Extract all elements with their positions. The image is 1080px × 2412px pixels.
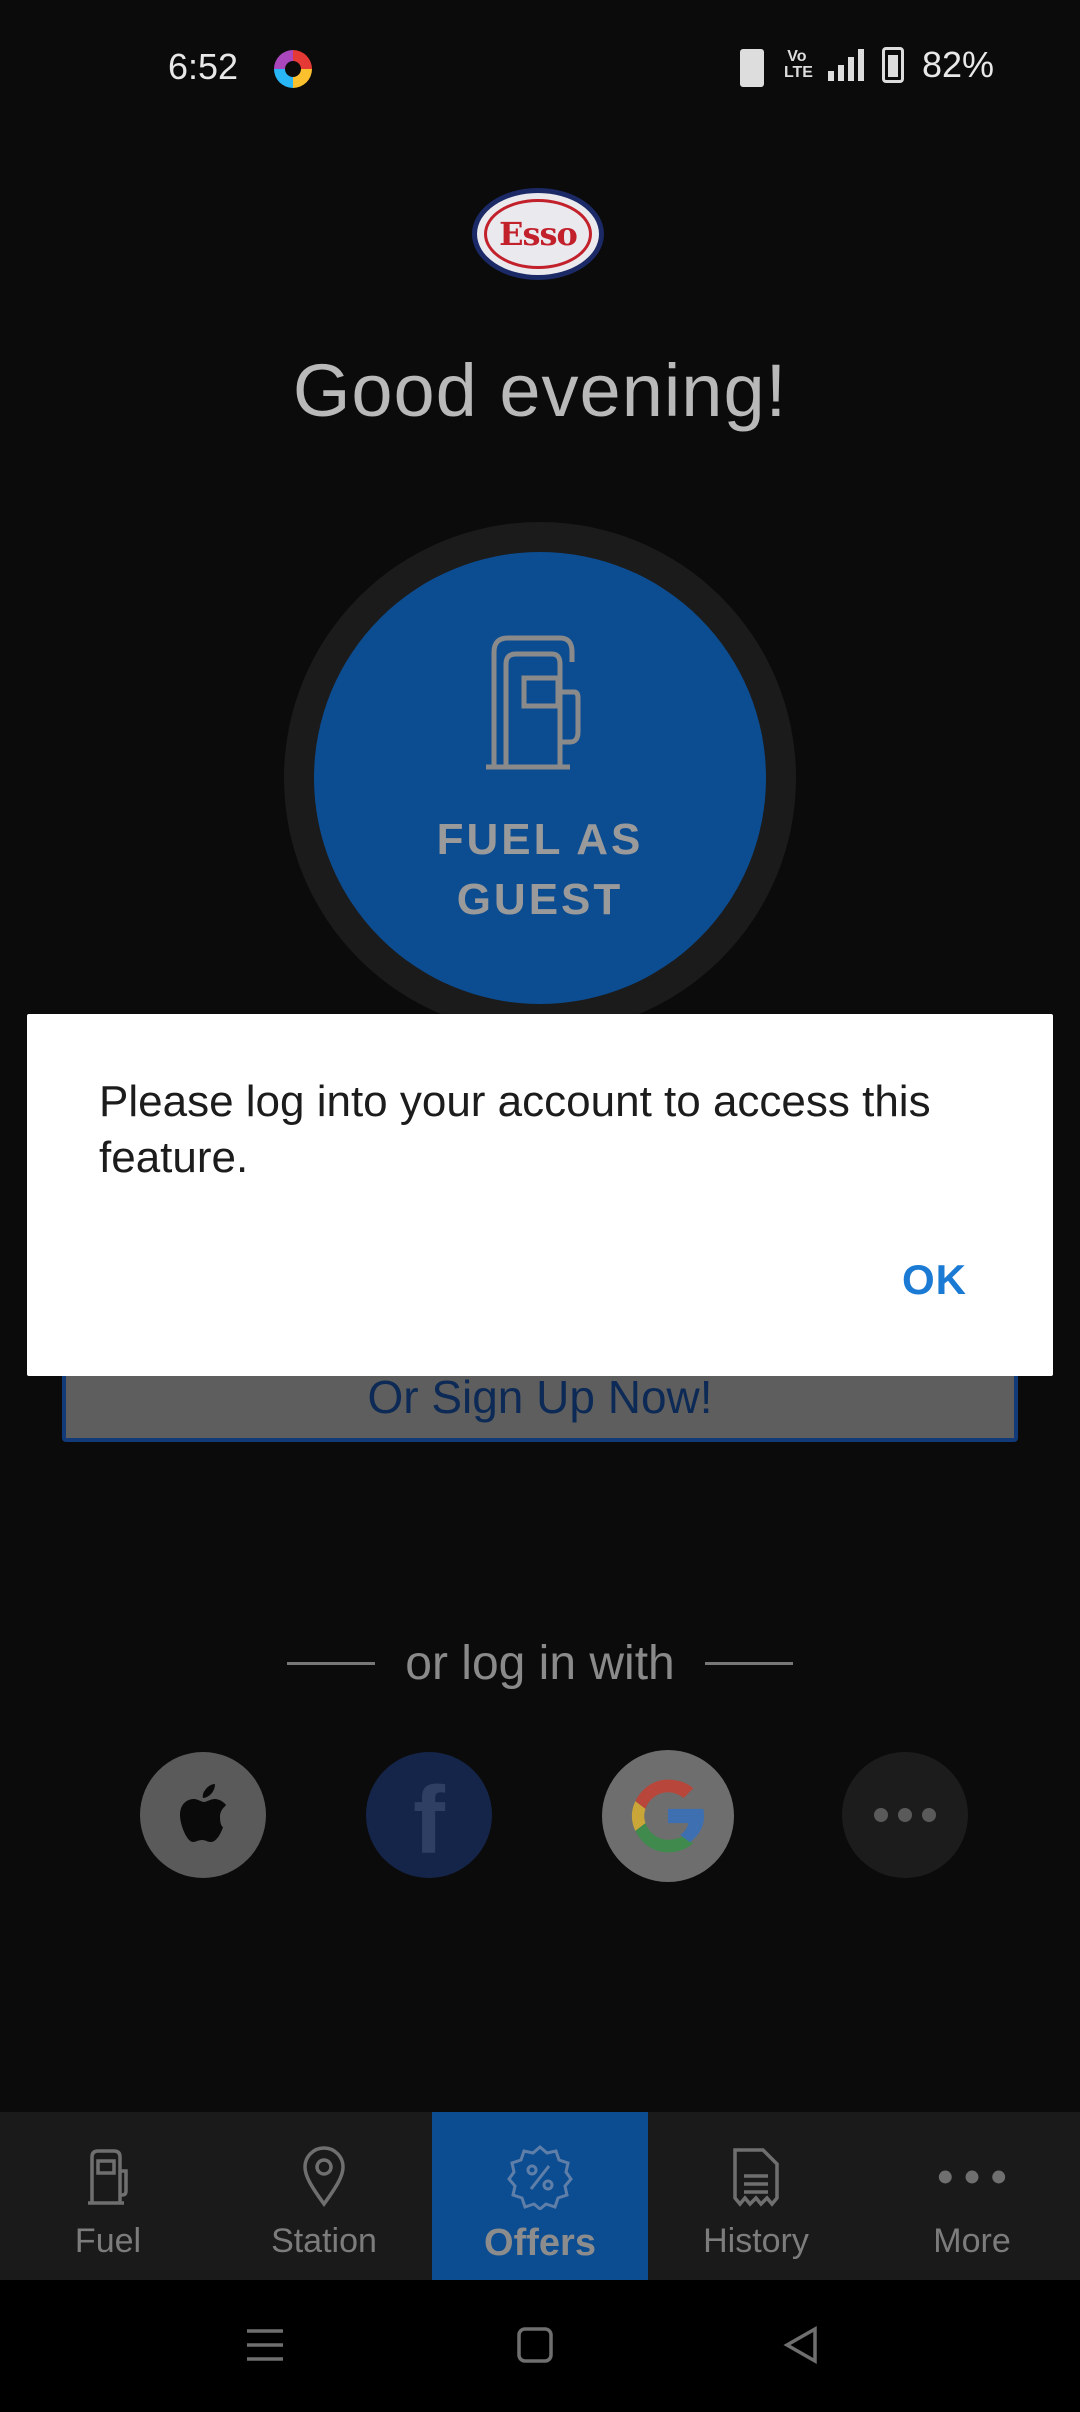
status-bar: 6:52 Vo LTE 82%: [0, 0, 1080, 136]
vibrate-icon: [732, 47, 766, 87]
logo-text: Esso: [499, 215, 578, 253]
facebook-icon: f: [413, 1767, 445, 1874]
login-required-dialog: Please log into your account to access t…: [27, 1014, 1053, 1376]
fuel-as-guest-button[interactable]: FUEL AS GUEST: [314, 552, 766, 1004]
recent-apps-icon[interactable]: [240, 2320, 290, 2370]
signal-icon: [827, 49, 864, 81]
login-divider: or log in with: [0, 1636, 1080, 1691]
home-icon[interactable]: [510, 2320, 560, 2370]
facebook-login-button[interactable]: f: [366, 1752, 492, 1878]
app-notification-icon: [274, 50, 312, 88]
bottom-navigation: Fuel Station Offers History More: [0, 2112, 1080, 2280]
google-icon: [631, 1779, 705, 1853]
fuel-pump-icon: [73, 2142, 143, 2212]
nav-item-more[interactable]: More: [864, 2112, 1080, 2280]
nav-item-offers[interactable]: Offers: [432, 2112, 648, 2280]
google-login-button[interactable]: [602, 1750, 734, 1882]
nav-item-fuel[interactable]: Fuel: [0, 2112, 216, 2280]
nav-item-station[interactable]: Station: [216, 2112, 432, 2280]
ok-button[interactable]: OK: [902, 1256, 967, 1304]
back-icon[interactable]: [776, 2320, 826, 2370]
battery-percent: 82%: [921, 44, 994, 85]
greeting-title: Good evening!: [292, 349, 788, 432]
more-dots-icon: [874, 1808, 936, 1822]
divider-line: [704, 1662, 793, 1665]
status-indicators: Vo LTE 82%: [732, 44, 994, 87]
more-login-options-button[interactable]: [842, 1752, 968, 1878]
fuel-as-guest-label: FUEL AS GUEST: [436, 815, 644, 924]
battery-icon: [881, 47, 904, 83]
offer-badge-icon: [505, 2142, 575, 2212]
more-dots-icon: [937, 2142, 1007, 2212]
dialog-message: Please log into your account to access t…: [99, 1077, 931, 1182]
nav-label: Station: [271, 2222, 377, 2260]
nav-label: History: [703, 2222, 809, 2260]
location-pin-icon: [289, 2142, 359, 2212]
nav-item-history[interactable]: History: [648, 2112, 864, 2280]
apple-icon: [180, 1784, 226, 1842]
divider-line: [287, 1662, 376, 1665]
nav-label: More: [933, 2222, 1011, 2260]
apple-login-button[interactable]: [140, 1752, 266, 1878]
esso-logo: Esso: [472, 188, 604, 280]
fuel-pump-icon: [486, 635, 581, 770]
nav-label: Fuel: [74, 2222, 142, 2260]
signup-label: Or Sign Up Now!: [367, 1371, 713, 1423]
receipt-icon: [721, 2142, 791, 2212]
volte-icon: Vo LTE: [783, 48, 813, 81]
divider-text: or log in with: [405, 1637, 675, 1690]
status-time: 6:52: [168, 46, 239, 87]
nav-label: Offers: [484, 2222, 596, 2264]
system-navigation-bar: [0, 2280, 1080, 2412]
